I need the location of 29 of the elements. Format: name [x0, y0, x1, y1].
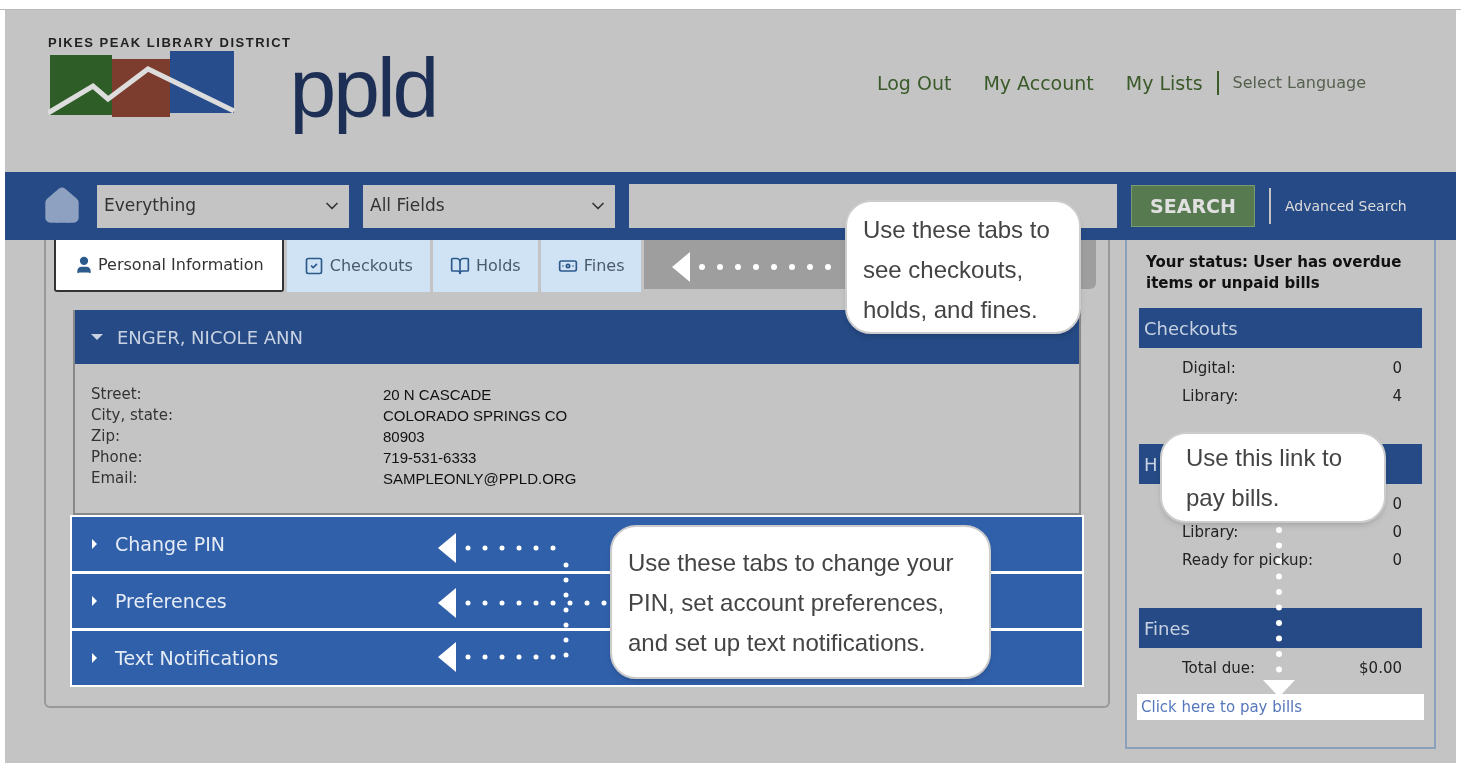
field-label: Email:: [91, 468, 139, 489]
count-value: 0: [1392, 357, 1402, 379]
status-message: Your status: User has overdue items or unpaid bills: [1145, 252, 1403, 294]
count-value: 0: [1392, 549, 1402, 571]
count-value: 0: [1392, 493, 1402, 515]
count-label: Library:: [1182, 521, 1239, 543]
field-value: COLORADO SPRINGS CO: [383, 406, 568, 426]
group-header: Fines: [1139, 608, 1422, 648]
count-value: 4: [1392, 385, 1402, 407]
callout-tooltip: Use these tabs to change your PIN, set account preferences, and set up text notifications.: [610, 525, 991, 679]
field-value: SAMPLEONLY@PPLD.ORG: [383, 469, 577, 489]
field-label: City, state:: [91, 405, 174, 426]
library-tagline: PIKES PEAK LIBRARY DISTRICT: [48, 36, 292, 49]
count-label: Total due:: [1182, 657, 1256, 679]
count-label: Digital:: [1182, 357, 1236, 379]
count-label: Ready for pickup:: [1182, 549, 1313, 571]
count-value: $0.00: [1359, 657, 1402, 679]
callout-tooltip: Use this link to pay bills.: [1160, 432, 1386, 523]
count-value: 0: [1392, 521, 1402, 543]
group-header: Checkouts: [1139, 308, 1422, 348]
field-label: Street:: [91, 384, 143, 405]
logo-wordmark: ppld: [289, 41, 438, 137]
field-value: 80903: [383, 427, 425, 447]
field-value: 719-531-6333: [383, 448, 477, 468]
field-label: Phone:: [91, 447, 144, 468]
field-label: Zip:: [91, 426, 122, 447]
count-label: Library:: [1182, 385, 1239, 407]
callout-tooltip: Use these tabs to see checkouts, holds, and fines.: [845, 200, 1081, 334]
field-value: 20 N CASCADE: [383, 385, 492, 405]
